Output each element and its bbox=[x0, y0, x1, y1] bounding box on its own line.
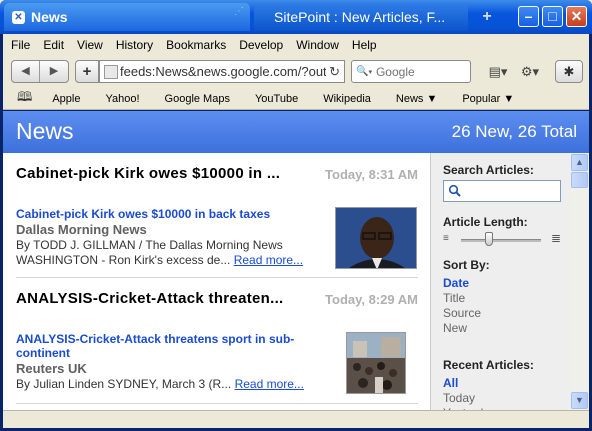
scroll-thumb[interactable] bbox=[571, 172, 588, 188]
article-divider bbox=[16, 403, 418, 404]
crowd-image bbox=[347, 333, 405, 393]
bookmark-popular[interactable]: Popular ▼ bbox=[462, 93, 514, 105]
article-length-label: Article Length: bbox=[443, 215, 528, 229]
scroll-up-arrow[interactable]: ▲ bbox=[571, 154, 588, 171]
recent-option-today[interactable]: Today bbox=[443, 391, 475, 405]
sort-option-date[interactable]: Date bbox=[443, 276, 469, 290]
article-length-slider[interactable] bbox=[461, 239, 541, 242]
article-time: Today, 8:29 AM bbox=[325, 292, 418, 307]
search-input[interactable] bbox=[375, 64, 456, 79]
nav-buttons: ◀ ▶ bbox=[11, 60, 69, 83]
scroll-down-arrow[interactable]: ▼ bbox=[571, 392, 588, 409]
recent-option-all[interactable]: All bbox=[443, 376, 458, 390]
menu-bar: File Edit View History Bookmarks Develop… bbox=[3, 34, 589, 56]
tab-news[interactable]: ✕ News ⋰ bbox=[4, 3, 250, 31]
slider-handle[interactable] bbox=[485, 232, 493, 246]
article-count: 26 New, 26 Total bbox=[451, 122, 577, 141]
article-excerpt-text: WASHINGTON - Ron Kirk's excess de... bbox=[16, 253, 231, 267]
article-list: Cabinet-pick Kirk owes $10000 in ... Tod… bbox=[3, 153, 430, 410]
bookmark-news[interactable]: News ▼ bbox=[396, 93, 437, 105]
back-button[interactable]: ◀ bbox=[12, 61, 40, 82]
bookmark-youtube[interactable]: YouTube bbox=[255, 93, 298, 105]
article-time: Today, 8:31 AM bbox=[325, 167, 418, 182]
read-more-link[interactable]: Read more... bbox=[234, 253, 303, 267]
menu-bookmarks[interactable]: Bookmarks bbox=[166, 38, 226, 52]
tab-title: SitePoint : New Articles, F... bbox=[274, 9, 446, 25]
menu-develop[interactable]: Develop bbox=[239, 38, 283, 52]
page-icon bbox=[104, 64, 118, 79]
sort-option-title[interactable]: Title bbox=[443, 291, 465, 305]
short-length-icon: ≡ bbox=[443, 233, 449, 244]
address-bar[interactable]: feeds:News&news.google.com/?outp ↻ bbox=[99, 60, 345, 83]
bookmark-apple[interactable]: Apple bbox=[52, 93, 80, 105]
menu-edit[interactable]: Edit bbox=[43, 38, 64, 52]
menu-history[interactable]: History bbox=[116, 38, 153, 52]
forward-button[interactable]: ▶ bbox=[40, 61, 68, 82]
article-search-input[interactable] bbox=[443, 180, 561, 202]
portrait-image bbox=[336, 208, 416, 268]
book-icon[interactable]: 🕮 bbox=[17, 88, 32, 110]
sort-option-new[interactable]: New bbox=[443, 321, 467, 335]
feed-header: News 26 New, 26 Total bbox=[3, 111, 589, 153]
bookmarks-bar: 🕮 Apple Yahoo! Google Maps YouTube Wikip… bbox=[3, 88, 589, 110]
tab-title: News bbox=[31, 9, 68, 25]
recent-articles-label: Recent Articles: bbox=[443, 358, 534, 372]
menu-view[interactable]: View bbox=[77, 38, 103, 52]
browser-window: ✕ News ⋰ SitePoint : New Articles, F... … bbox=[0, 0, 592, 431]
gear-icon[interactable]: ⚙▾ bbox=[515, 60, 545, 83]
toolbar: ◀ ▶ + feeds:News&news.google.com/?outp ↻… bbox=[3, 56, 589, 88]
title-bar: ✕ News ⋰ SitePoint : New Articles, F... … bbox=[0, 0, 592, 34]
minimize-button[interactable]: – bbox=[518, 6, 539, 27]
sort-by-label: Sort By: bbox=[443, 258, 490, 272]
vertical-scrollbar[interactable]: ▲ ▼ bbox=[570, 153, 589, 410]
search-articles-label: Search Articles: bbox=[443, 163, 534, 177]
bookmark-wikipedia[interactable]: Wikipedia bbox=[323, 93, 371, 105]
tab-close-icon[interactable]: ✕ bbox=[12, 10, 25, 24]
article-thumbnail[interactable] bbox=[346, 332, 406, 394]
new-tab-button[interactable]: + bbox=[477, 7, 497, 27]
search-icon bbox=[448, 184, 461, 197]
article-thumbnail[interactable] bbox=[335, 207, 417, 269]
reload-icon[interactable]: ↻ bbox=[329, 64, 340, 80]
read-more-link[interactable]: Read more... bbox=[235, 377, 304, 391]
tab-grip-icon: ⋰ bbox=[234, 6, 244, 17]
bookmark-google-maps[interactable]: Google Maps bbox=[165, 93, 230, 105]
menu-window[interactable]: Window bbox=[296, 38, 339, 52]
article-divider bbox=[16, 277, 418, 278]
bug-report-button[interactable]: ✱ bbox=[555, 60, 583, 83]
article-item: Cabinet-pick Kirk owes $10000 in ... Tod… bbox=[16, 165, 418, 182]
url-input[interactable]: feeds:News&news.google.com/?outp bbox=[120, 64, 326, 79]
filter-sidebar: Search Articles: Article Length: ≡ ≣ Sor… bbox=[430, 153, 570, 420]
long-length-icon: ≣ bbox=[551, 231, 562, 245]
page-menu-icon[interactable]: ▤▾ bbox=[485, 60, 511, 83]
feed-title: News bbox=[16, 118, 74, 144]
article-item: ANALYSIS-Cricket-Attack threaten... Toda… bbox=[16, 290, 418, 307]
window-close-button[interactable]: ✕ bbox=[566, 6, 587, 27]
chevron-down-icon: ▾ bbox=[368, 68, 372, 76]
sort-option-source[interactable]: Source bbox=[443, 306, 481, 320]
search-bar[interactable]: 🔍 ▾ bbox=[351, 60, 471, 83]
add-bookmark-button[interactable]: + bbox=[75, 60, 99, 83]
search-icon: 🔍 bbox=[356, 66, 369, 77]
menu-help[interactable]: Help bbox=[352, 38, 377, 52]
tab-sitepoint[interactable]: SitePoint : New Articles, F... bbox=[254, 3, 468, 31]
menu-file[interactable]: File bbox=[11, 38, 30, 52]
article-excerpt-text: By Julian Linden SYDNEY, March 3 (R... bbox=[16, 377, 232, 391]
status-bar bbox=[3, 410, 589, 428]
bookmark-yahoo[interactable]: Yahoo! bbox=[105, 93, 139, 105]
maximize-button[interactable]: □ bbox=[542, 6, 563, 27]
